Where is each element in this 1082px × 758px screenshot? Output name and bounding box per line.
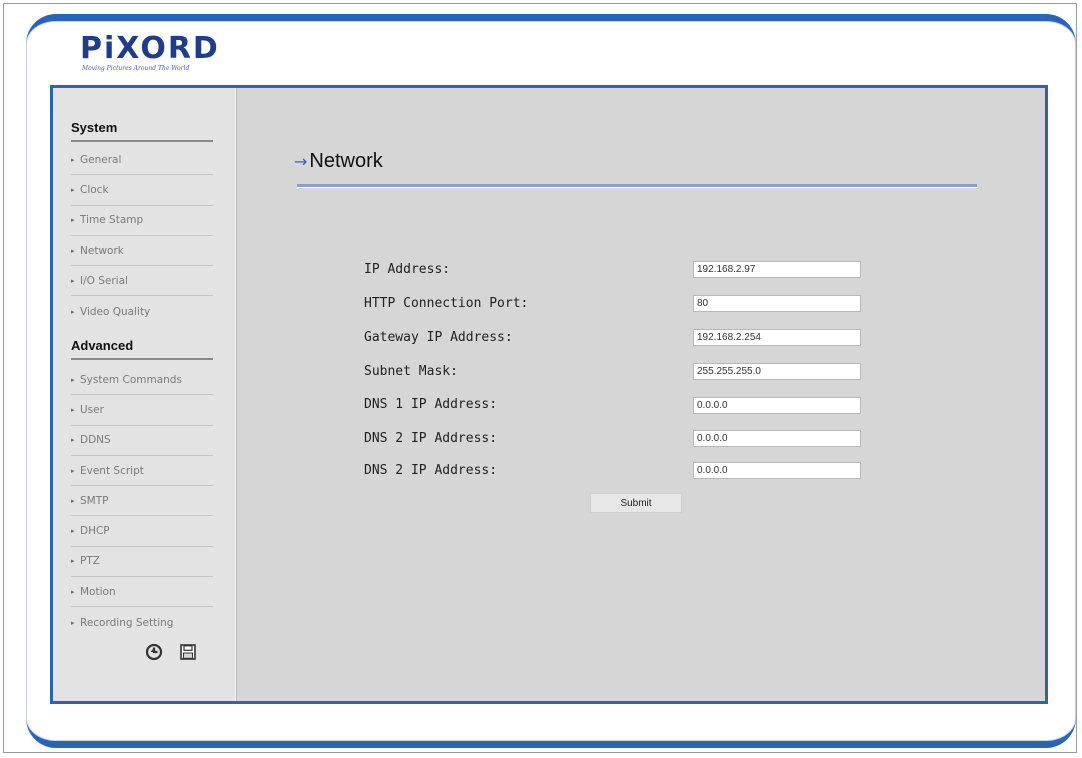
- dns2-ip-label: DNS 2 IP Address:: [364, 431, 498, 446]
- sidebar-item-label: SMTP: [80, 494, 109, 507]
- submit-button[interactable]: Submit: [590, 493, 682, 513]
- sidebar-advanced-list: ▸ System Commands ▸ User ▸ DDNS ▸ Event Scri…: [71, 365, 213, 638]
- bullet-icon: ▸: [71, 405, 75, 414]
- page-title: Network: [309, 150, 383, 172]
- http-port-input[interactable]: [693, 295, 861, 312]
- sidebar-item-label: Motion: [80, 585, 116, 598]
- sidebar-item-label: Clock: [80, 183, 109, 196]
- content-panel: System ▸ General ▸ Clock ▸ Time Stamp ▸ Netw…: [50, 85, 1048, 704]
- bullet-icon: ▸: [71, 307, 75, 316]
- bullet-icon: ▸: [71, 246, 75, 255]
- subnet-mask-label: Subnet Mask:: [364, 364, 458, 379]
- bullet-icon: ▸: [71, 618, 75, 627]
- sidebar-item-label: Video Quality: [80, 305, 151, 318]
- sidebar-item-dhcp[interactable]: ▸ DHCP: [71, 516, 213, 547]
- bullet-icon: ▸: [71, 185, 75, 194]
- brand-tagline: Moving Pictures Around The World: [82, 65, 190, 72]
- sidebar-tools: [145, 643, 197, 661]
- page-frame: PiXORD Moving Pictures Around The World …: [3, 3, 1077, 753]
- title-row: → Network: [294, 150, 383, 173]
- bullet-icon: ▸: [71, 155, 75, 164]
- sidebar-item-video-quality[interactable]: ▸ Video Quality: [71, 296, 213, 326]
- title-divider: [297, 184, 977, 188]
- sidebar-item-smtp[interactable]: ▸ SMTP: [71, 486, 213, 517]
- bullet-icon: ▸: [71, 496, 75, 505]
- sidebar-item-ptz[interactable]: ▸ PTZ: [71, 547, 213, 578]
- sidebar-item-label: DDNS: [80, 434, 111, 447]
- sidebar-system-list: ▸ General ▸ Clock ▸ Time Stamp ▸ Network ▸ I/…: [71, 145, 213, 327]
- dns2-ip-input[interactable]: [693, 430, 861, 447]
- sidebar-heading-system: System: [71, 120, 213, 142]
- gateway-ip-label: Gateway IP Address:: [364, 330, 513, 345]
- sidebar-item-recording-setting[interactable]: ▸ Recording Setting: [71, 607, 213, 637]
- sidebar-item-label: General: [80, 153, 122, 166]
- bullet-icon: ▸: [71, 436, 75, 445]
- sidebar-item-label: User: [80, 403, 104, 416]
- http-port-label: HTTP Connection Port:: [364, 296, 529, 311]
- refresh-icon[interactable]: [145, 643, 163, 661]
- sidebar-item-clock[interactable]: ▸ Clock: [71, 175, 213, 206]
- dns3-ip-label: DNS 2 IP Address:: [364, 463, 498, 478]
- dns1-ip-input[interactable]: [693, 397, 861, 414]
- sidebar-item-io-serial[interactable]: ▸ I/O Serial: [71, 266, 213, 297]
- bullet-icon: ▸: [71, 466, 75, 475]
- ip-address-label: IP Address:: [364, 262, 451, 277]
- sidebar-item-label: Time Stamp: [80, 214, 144, 227]
- subnet-mask-input[interactable]: [693, 363, 861, 380]
- sidebar-item-time-stamp[interactable]: ▸ Time Stamp: [71, 206, 213, 236]
- sidebar: System ▸ General ▸ Clock ▸ Time Stamp ▸ Netw…: [53, 88, 236, 701]
- sidebar-item-general[interactable]: ▸ General: [71, 145, 213, 176]
- arrow-right-icon: →: [294, 152, 308, 171]
- dns3-ip-input[interactable]: [693, 462, 861, 479]
- sidebar-item-system-commands[interactable]: ▸ System Commands: [71, 365, 213, 396]
- sidebar-item-label: Recording Setting: [80, 616, 174, 629]
- sidebar-item-label: DHCP: [80, 525, 110, 538]
- sidebar-item-label: Network: [80, 244, 124, 257]
- sidebar-item-label: System Commands: [80, 373, 182, 386]
- bullet-icon: ▸: [71, 375, 75, 384]
- brand-name: PiXORD: [80, 31, 220, 66]
- sidebar-item-event-script[interactable]: ▸ Event Script: [71, 456, 213, 487]
- bullet-icon: ▸: [71, 587, 75, 596]
- sidebar-item-user[interactable]: ▸ User: [71, 395, 213, 426]
- save-icon[interactable]: [179, 643, 197, 661]
- bullet-icon: ▸: [71, 527, 75, 536]
- sidebar-item-ddns[interactable]: ▸ DDNS: [71, 426, 213, 456]
- sidebar-item-label: I/O Serial: [80, 274, 128, 287]
- ip-address-input[interactable]: [693, 261, 861, 278]
- brand-logo: PiXORD Moving Pictures Around The World: [80, 31, 220, 73]
- sidebar-item-label: Event Script: [80, 464, 144, 477]
- bullet-icon: ▸: [71, 216, 75, 225]
- main-area: → Network IP Address: HTTP Connection Po…: [236, 88, 1045, 701]
- sidebar-heading-advanced: Advanced: [71, 338, 213, 360]
- dns1-ip-label: DNS 1 IP Address:: [364, 397, 498, 412]
- bullet-icon: ▸: [71, 276, 75, 285]
- sidebar-item-label: PTZ: [80, 555, 100, 568]
- sidebar-item-network[interactable]: ▸ Network: [71, 236, 213, 267]
- gateway-ip-input[interactable]: [693, 329, 861, 346]
- sidebar-item-motion[interactable]: ▸ Motion: [71, 577, 213, 608]
- bullet-icon: ▸: [71, 557, 75, 566]
